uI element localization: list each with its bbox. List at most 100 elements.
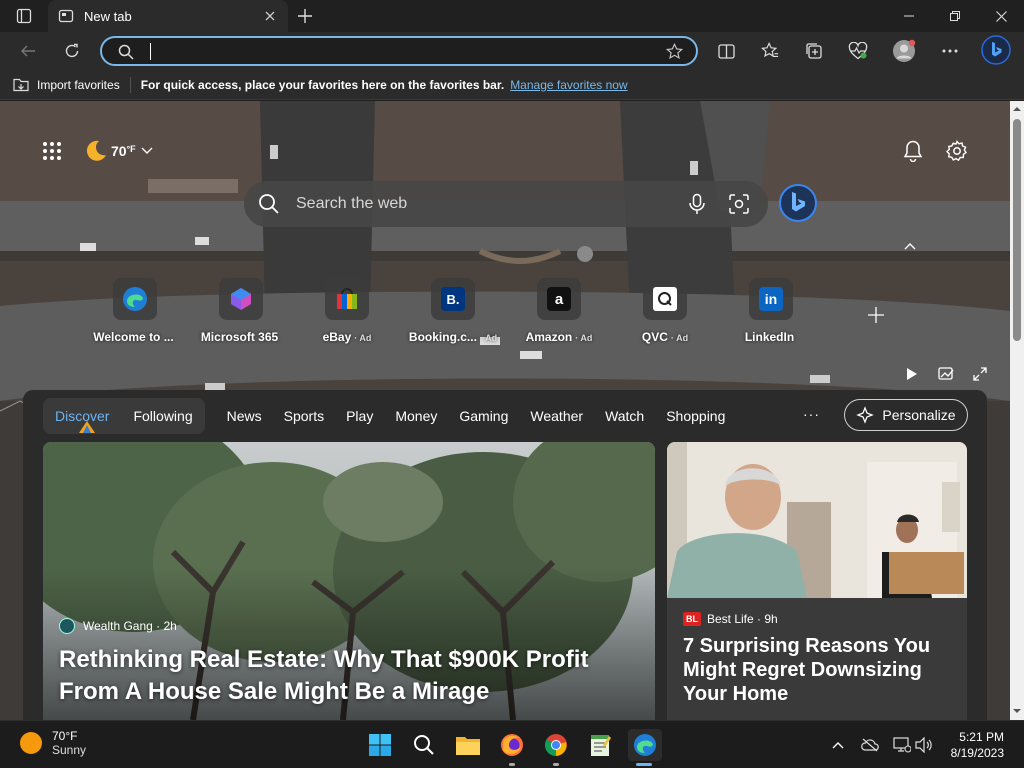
featured-article-card[interactable]: Wealth Gang · 2h Rethinking Real Estate:… — [43, 442, 655, 720]
tab-play[interactable]: Play — [346, 408, 373, 424]
running-indicator — [553, 763, 559, 766]
quick-link-ebay[interactable]: eBay · Ad — [302, 278, 392, 344]
quick-link-icon-box: in — [749, 278, 793, 320]
page-scrollbar[interactable] — [1010, 101, 1024, 720]
avatar — [893, 39, 916, 62]
volume-icon — [915, 737, 932, 753]
ad-label: · Ad — [354, 333, 372, 343]
manage-favorites-link[interactable]: Manage favorites now — [510, 78, 627, 92]
web-search-input[interactable] — [296, 193, 656, 215]
address-bar[interactable] — [100, 36, 698, 66]
weather-temperature: 70 — [111, 143, 127, 159]
browser-essentials-button[interactable] — [844, 37, 872, 65]
close-window-button[interactable] — [978, 0, 1024, 32]
tab-actions-icon — [16, 8, 32, 24]
ad-label: · Ad — [575, 333, 593, 343]
quick-link-qvc[interactable]: QVC · Ad — [620, 278, 710, 344]
scroll-down-icon[interactable] — [1013, 707, 1021, 715]
taskbar-weather-widget[interactable]: 70°F Sunny — [20, 729, 86, 757]
tab-money[interactable]: Money — [395, 408, 437, 424]
system-clock[interactable]: 5:21 PM 8/19/2023 — [950, 729, 1004, 761]
page-settings-button[interactable] — [942, 136, 972, 166]
new-tab-button[interactable] — [294, 5, 316, 27]
chrome-taskbar-button[interactable] — [540, 729, 572, 766]
windows-logo-icon — [369, 734, 391, 756]
tab-sports[interactable]: Sports — [284, 408, 324, 424]
bing-chat-button[interactable] — [778, 183, 818, 223]
folder-icon — [456, 737, 480, 755]
volume-tray-button[interactable] — [914, 735, 934, 755]
firefox-taskbar-button[interactable] — [496, 729, 528, 766]
file-explorer-taskbar-button[interactable] — [452, 729, 484, 761]
tab-shopping[interactable]: Shopping — [666, 408, 725, 424]
gear-icon — [946, 140, 967, 162]
quick-link-icon-box: a — [537, 278, 581, 320]
notepad-taskbar-button[interactable] — [584, 729, 616, 761]
start-button[interactable] — [364, 729, 396, 761]
text-caret — [150, 43, 151, 60]
add-quick-link-button[interactable] — [864, 303, 888, 327]
apps-launcher-button[interactable] — [38, 137, 66, 165]
split-screen-button[interactable] — [712, 37, 740, 65]
weather-widget[interactable]: 70 °F — [84, 137, 153, 165]
quick-link-label: Amazon — [525, 330, 573, 344]
network-icon — [893, 737, 911, 753]
microphone-icon[interactable] — [686, 193, 708, 215]
network-tray-button[interactable] — [892, 735, 912, 755]
tab-close-button[interactable] — [262, 8, 278, 24]
minimize-button[interactable] — [886, 0, 932, 32]
quick-link-label: Booking.c... — [408, 330, 477, 344]
show-hidden-icons-button[interactable] — [828, 735, 848, 755]
settings-more-button[interactable] — [936, 37, 964, 65]
import-favorites-label: Import favorites — [37, 77, 120, 92]
ad-label: · Ad — [670, 333, 689, 343]
expand-background-button[interactable] — [968, 362, 992, 386]
play-icon — [907, 368, 917, 380]
tab-gaming[interactable]: Gaming — [459, 408, 508, 424]
background-info-button[interactable] — [934, 362, 958, 386]
back-button[interactable] — [14, 37, 42, 65]
search-taskbar-button[interactable] — [408, 729, 440, 761]
quick-link-icon-box — [219, 278, 263, 320]
favorite-star-icon[interactable] — [666, 43, 683, 60]
more-categories-button[interactable]: ··· — [803, 406, 820, 422]
best-life-logo-icon: BL — [683, 612, 701, 626]
restore-button[interactable] — [932, 0, 978, 32]
quick-link-welcome[interactable]: Welcome to ... — [90, 278, 180, 344]
quick-link-microsoft-365[interactable]: Microsoft 365 — [196, 278, 286, 344]
article-card[interactable]: BL Best Life · 9h 7 Surprising Reasons Y… — [667, 442, 967, 720]
collapse-quick-links-button[interactable] — [898, 237, 922, 255]
tab-new-tab[interactable]: New tab — [48, 0, 288, 32]
article-image — [667, 442, 967, 598]
running-indicator — [509, 763, 515, 766]
notifications-button[interactable] — [898, 136, 928, 166]
tab-news[interactable]: News — [227, 408, 262, 424]
tab-following[interactable]: Following — [125, 408, 200, 424]
tab-actions-button[interactable] — [10, 6, 38, 26]
favorites-button[interactable] — [756, 37, 784, 65]
quick-link-booking[interactable]: B. Booking.c... · Ad — [408, 278, 498, 344]
news-feed: Discover Following News Sports Play Mone… — [23, 390, 987, 720]
quick-link-label: eBay — [322, 330, 352, 344]
quick-link-amazon[interactable]: a Amazon · Ad — [514, 278, 604, 344]
bing-chat-button[interactable] — [980, 34, 1012, 66]
visual-search-icon[interactable] — [728, 193, 750, 215]
ad-label: · Ad — [479, 333, 498, 343]
collections-button[interactable] — [800, 37, 828, 65]
import-favorites-button[interactable]: Import favorites — [13, 78, 120, 92]
profile-button[interactable] — [890, 37, 918, 65]
quick-link-linkedin[interactable]: in LinkedIn — [726, 278, 816, 344]
edge-taskbar-button[interactable] — [628, 729, 662, 766]
search-icon — [414, 735, 434, 755]
onedrive-tray-button[interactable] — [860, 735, 880, 755]
play-background-button[interactable] — [900, 362, 924, 386]
personalize-button[interactable]: Personalize — [844, 399, 968, 431]
tab-watch[interactable]: Watch — [605, 408, 644, 424]
scroll-up-icon[interactable] — [1013, 105, 1021, 113]
address-input[interactable] — [146, 41, 646, 61]
refresh-button[interactable] — [58, 37, 86, 65]
web-search-box[interactable] — [244, 181, 768, 227]
quick-link-label: QVC — [641, 330, 668, 344]
tab-weather[interactable]: Weather — [530, 408, 583, 424]
scrollbar-thumb[interactable] — [1013, 119, 1021, 341]
